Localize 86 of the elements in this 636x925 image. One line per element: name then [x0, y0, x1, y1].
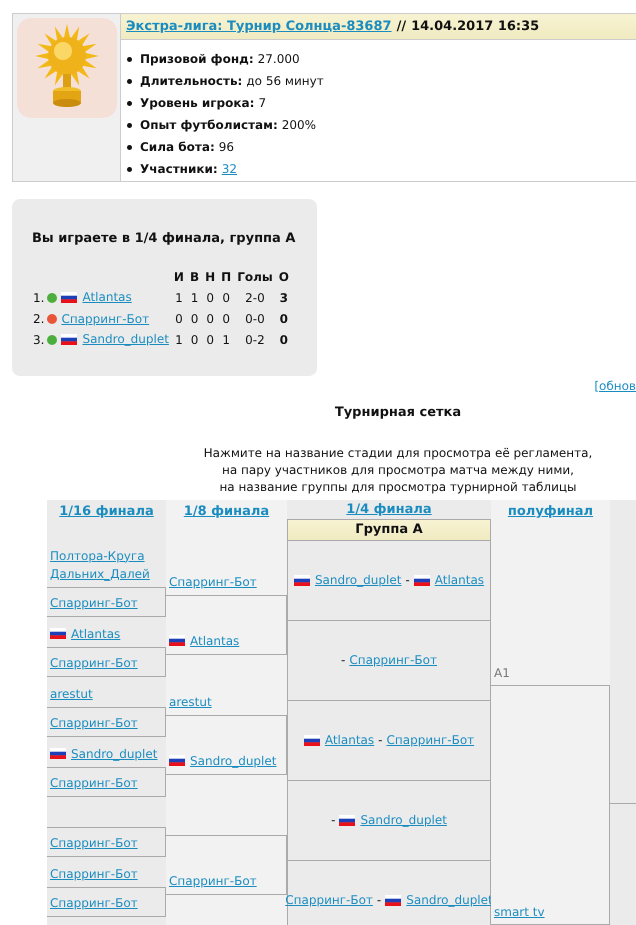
table-cell-text: 0	[221, 290, 232, 307]
team-link[interactable]: Sandro_duplet	[360, 811, 447, 829]
table-cell-text: 0	[278, 332, 290, 349]
table-cell-text: 0	[205, 290, 215, 307]
team-link[interactable]: Atlantas	[324, 731, 374, 749]
bullet-icon	[127, 56, 132, 62]
table-cell-text: 2-0	[244, 290, 266, 307]
detail-label: Призовой фонд:	[140, 51, 254, 68]
match-separator: -	[341, 652, 346, 669]
detail-value: 96	[218, 139, 234, 156]
team-link[interactable]: Спарринг-Бот	[386, 731, 474, 749]
column-header: О	[278, 269, 290, 286]
instruction-text: Нажмите на название стадии для просмотра её регламента,	[204, 444, 592, 462]
sun-trophy-icon	[17, 18, 117, 118]
detail-value: до 56 минут	[246, 73, 324, 90]
table-cell-text: 3	[278, 290, 290, 307]
stage-link[interactable]: полуфинал	[508, 502, 594, 522]
detail-value: 7	[258, 95, 266, 112]
team-link[interactable]: Atlantas	[71, 624, 120, 642]
refresh-link[interactable]: [обнов	[594, 377, 636, 395]
detail-link[interactable]: 32	[222, 160, 237, 178]
team-link[interactable]: arestut	[169, 692, 212, 710]
team-link[interactable]: Спарринг-Бот	[50, 864, 138, 882]
stage-link[interactable]: 1/4 финала	[346, 500, 432, 519]
table-cell-text: 0	[190, 332, 200, 349]
table-cell-text: 1	[174, 290, 184, 307]
detail-label: Длительность:	[140, 73, 242, 90]
bullet-icon	[127, 166, 132, 172]
bullet-icon	[127, 100, 132, 106]
team-link[interactable]: Sandro_duplet	[406, 891, 493, 909]
table-cell-text: 0-2	[244, 332, 266, 349]
place-cell-text: 3.	[32, 332, 46, 349]
tournament-datetime: 14.04.2017 16:35	[411, 18, 540, 36]
instruction-text: на название группы для просмотра турнирной таблицы	[219, 478, 577, 496]
detail-label: Опыт футболистам:	[140, 117, 278, 134]
team-link[interactable]: arestut	[50, 684, 93, 702]
tournament-link[interactable]: Экстра-лига: Турнир Солнца-83687	[126, 16, 392, 36]
team-link[interactable]: Спарринг-Бот	[169, 572, 257, 590]
slot-label: A1	[494, 664, 510, 682]
instruction-text: на пару участников для просмотра матча между ними,	[222, 462, 574, 478]
team-link[interactable]: Sandro_duplet	[82, 330, 169, 348]
stage-link[interactable]: 1/8 финала	[184, 502, 270, 522]
column-header: В	[188, 269, 200, 286]
detail-label: Уровень игрока:	[140, 95, 254, 112]
stage-link[interactable]: 1/16 финала	[59, 502, 154, 522]
team-link[interactable]: Atlantas	[434, 571, 484, 589]
team-link[interactable]: Atlantas	[190, 632, 240, 650]
detail-label: Участники:	[140, 161, 218, 178]
table-cell-text: 1	[190, 290, 200, 307]
table-cell-text: 0	[278, 311, 290, 328]
column-header: Н	[204, 269, 216, 286]
table-cell-text: 1	[174, 332, 184, 349]
column-header: Голы	[236, 269, 274, 286]
team-link[interactable]: Sandro_duplet	[71, 744, 158, 762]
group-title: Вы играете в 1/4 финала, группа A	[32, 230, 296, 248]
team-link[interactable]: Спарринг-Бот	[61, 310, 150, 328]
bullet-icon	[127, 122, 132, 128]
match-separator: -	[331, 812, 336, 829]
column-header: И	[172, 269, 185, 286]
table-cell-text: 0-0	[244, 311, 266, 328]
team-link[interactable]: Полтора-Круга Дальних_Далей	[50, 546, 163, 582]
table-cell-text: 0	[221, 311, 232, 328]
place-cell-text: 2.	[32, 311, 46, 328]
place-cell-text: 1.	[32, 290, 46, 307]
team-link[interactable]: smart tv	[494, 902, 545, 920]
team-link[interactable]: Спарринг-Бот	[349, 651, 437, 669]
match-separator: -	[378, 732, 382, 749]
table-cell-text: 0	[190, 311, 200, 328]
match-separator: -	[376, 892, 382, 909]
match-separator: -	[405, 572, 410, 589]
group-header[interactable]: Группа A	[287, 519, 491, 540]
table-cell-text: 0	[205, 332, 215, 349]
table-cell-text: 0	[205, 311, 215, 328]
bullet-icon	[127, 78, 132, 84]
separator: //	[396, 18, 406, 36]
detail-value: 27.000	[258, 51, 300, 68]
bullet-icon	[127, 144, 132, 150]
detail-value: 200%	[282, 117, 316, 134]
table-cell-text: 0	[174, 311, 184, 328]
table-cell-text: 1	[221, 332, 232, 349]
column-header: П	[220, 269, 232, 286]
team-link[interactable]: Sandro_duplet	[314, 571, 402, 589]
bracket-title: Турнирная сетка	[334, 404, 462, 422]
team-link[interactable]: Спарринг-Бот	[285, 891, 373, 909]
detail-label: Сила бота:	[140, 139, 215, 156]
team-link[interactable]: Atlantas	[82, 288, 132, 306]
